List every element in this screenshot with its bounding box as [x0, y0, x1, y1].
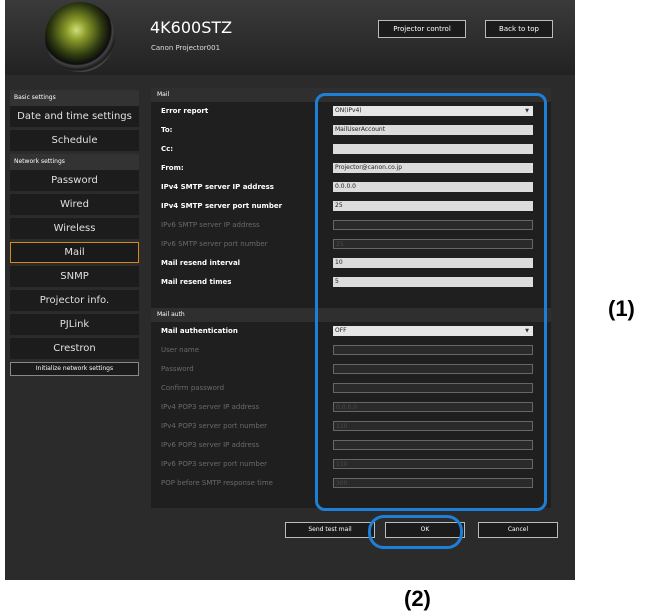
- cancel-button[interactable]: Cancel: [478, 522, 558, 538]
- sidebar-item-wired[interactable]: Wired: [10, 194, 139, 215]
- projector-name: Canon Projector001: [151, 44, 221, 52]
- sidebar-item-crestron[interactable]: Crestron: [10, 338, 139, 359]
- field-label: Password: [161, 365, 194, 373]
- header: 4K600STZ Canon Projector001 Projector co…: [5, 0, 575, 75]
- back-to-top-button[interactable]: Back to top: [485, 20, 553, 38]
- sidebar-item-wireless[interactable]: Wireless: [10, 218, 139, 239]
- field-label: Mail resend interval: [161, 259, 241, 267]
- field-label: To:: [161, 126, 173, 134]
- sidebar-item-projector-info[interactable]: Projector info.: [10, 290, 139, 311]
- field-label: IPv4 SMTP server port number: [161, 202, 283, 210]
- callout-1-label: (1): [608, 296, 635, 321]
- sidebar-item-schedule[interactable]: Schedule: [10, 130, 139, 151]
- initialize-network-settings-button[interactable]: Initialize network settings: [10, 362, 139, 376]
- model-name: 4K600STZ: [150, 18, 233, 37]
- field-label: From:: [161, 164, 184, 172]
- field-label: IPv4 POP3 server port number: [161, 422, 268, 430]
- sidebar-item-password[interactable]: Password: [10, 170, 139, 191]
- field-label: IPv6 SMTP server IP address: [161, 221, 260, 229]
- field-label: IPv4 POP3 server IP address: [161, 403, 260, 411]
- projector-lens-logo: [45, 2, 115, 72]
- callout-2-label: (2): [404, 586, 431, 611]
- sidebar-item-mail[interactable]: Mail: [10, 242, 139, 263]
- basic-settings-heading: Basic settings: [10, 90, 139, 106]
- send-test-mail-button[interactable]: Send test mail: [285, 522, 375, 538]
- field-label: IPv4 SMTP server IP address: [161, 183, 274, 191]
- sidebar-item-snmp[interactable]: SNMP: [10, 266, 139, 287]
- sidebar-item-date-time[interactable]: Date and time settings: [10, 106, 139, 127]
- field-label: IPv6 POP3 server IP address: [161, 441, 260, 449]
- projector-control-button[interactable]: Projector control: [378, 20, 466, 38]
- field-label: Mail authentication: [161, 327, 238, 335]
- field-label: Cc:: [161, 145, 174, 153]
- field-label: IPv6 SMTP server port number: [161, 240, 268, 248]
- field-label: POP before SMTP response time: [161, 479, 273, 487]
- field-label: Mail resend times: [161, 278, 232, 286]
- sidebar: Basic settings Date and time settings Sc…: [10, 90, 139, 376]
- network-settings-heading: Network settings: [10, 154, 139, 170]
- field-label: User name: [161, 346, 200, 354]
- field-label: Error report: [161, 107, 209, 115]
- sidebar-item-pjlink[interactable]: PJLink: [10, 314, 139, 335]
- field-label: IPv6 POP3 server port number: [161, 460, 268, 468]
- field-label: Confirm password: [161, 384, 225, 392]
- callout-1-highlight: [315, 93, 547, 511]
- callout-2-highlight: [368, 515, 463, 549]
